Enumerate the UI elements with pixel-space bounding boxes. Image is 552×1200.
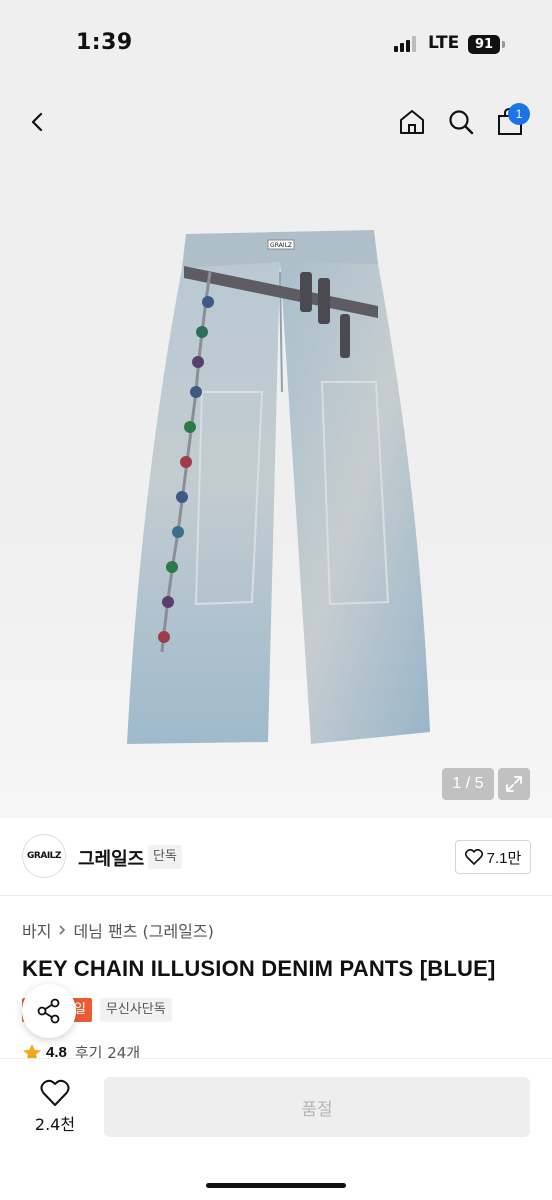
heart-outline-icon xyxy=(464,849,483,865)
battery-nub xyxy=(502,41,505,48)
status-bar: 1:39 LTE 91 xyxy=(0,0,552,92)
brand-exclusive-tag: 단독 xyxy=(148,845,182,869)
sold-out-button[interactable]: 품절 xyxy=(104,1077,530,1137)
product-title: KEY CHAIN ILLUSION DENIM PANTS [BLUE] xyxy=(22,956,496,981)
brand-name[interactable]: 그레일즈 xyxy=(78,845,144,871)
wishlist-button[interactable] xyxy=(40,1079,70,1107)
share-icon xyxy=(37,998,60,1024)
image-page-indicator: 1 / 5 xyxy=(442,768,494,800)
product-image: GRAILZ xyxy=(127,230,430,744)
exclusive-badge: 무신사단독 xyxy=(99,998,172,1022)
brand-logo[interactable]: GRAILZ xyxy=(22,834,66,878)
garment-label: GRAILZ xyxy=(270,242,292,249)
expand-image-button[interactable] xyxy=(498,768,530,800)
home-icon xyxy=(400,110,424,134)
breadcrumb-item-category[interactable]: 바지 xyxy=(22,918,51,942)
signal-icon xyxy=(394,36,420,52)
breadcrumb-item-subcategory[interactable]: 데님 팬츠 (그레일즈) xyxy=(73,918,213,942)
home-indicator xyxy=(206,1183,346,1188)
wishlist-count: 2.4천 xyxy=(34,1115,76,1134)
brand-like-button[interactable]: 7.1만 xyxy=(455,840,531,874)
back-button[interactable] xyxy=(18,102,58,142)
status-time: 1:39 xyxy=(76,30,133,55)
cart-count-badge: 1 xyxy=(508,103,530,125)
search-button[interactable] xyxy=(441,102,481,142)
network-type: LTE xyxy=(428,33,460,53)
chevron-left-icon xyxy=(31,112,43,132)
brand-like-count: 7.1만 xyxy=(486,849,522,867)
battery-icon: 91 xyxy=(468,35,500,54)
search-icon xyxy=(449,110,474,135)
chevron-right-icon xyxy=(59,925,66,935)
heart-outline-icon xyxy=(40,1079,70,1106)
home-button[interactable] xyxy=(392,102,432,142)
bottom-action-bar: 2.4천 품절 xyxy=(0,1058,552,1200)
breadcrumb: 바지 데님 팬츠 (그레일즈) xyxy=(22,918,214,942)
brand-row: GRAILZ 그레일즈 단독 7.1만 xyxy=(0,818,552,896)
share-button[interactable] xyxy=(22,984,76,1038)
expand-arrows-icon xyxy=(506,776,522,792)
product-image-gallery[interactable]: GRAILZ 1 / 5 xyxy=(0,92,552,818)
